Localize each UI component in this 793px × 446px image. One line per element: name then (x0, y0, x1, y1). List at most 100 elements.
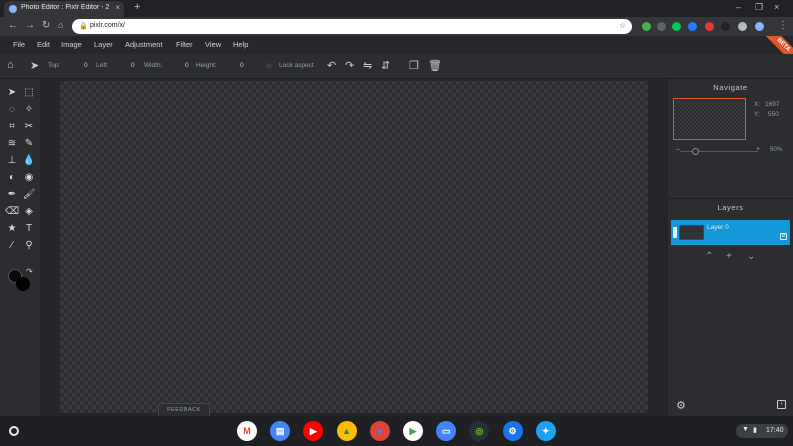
magic-wand-icon[interactable]: ✧ (22, 103, 36, 117)
browser-tab[interactable]: Photo Editor : Pixlr Editor - 2020 × (4, 1, 124, 17)
left-input[interactable]: 0 (131, 62, 135, 69)
menu-layer[interactable]: Layer (94, 40, 113, 49)
new-tab-button[interactable]: + (134, 1, 140, 13)
trash-icon[interactable]: 🗑 (428, 59, 442, 72)
menu-filter[interactable]: Filter (176, 40, 193, 49)
extension-icon[interactable] (721, 22, 730, 31)
menu-file[interactable]: File (13, 40, 25, 49)
clone-stamp-icon[interactable]: ⊥ (5, 154, 19, 168)
layer-settings-icon[interactable]: ⚙ (780, 233, 787, 240)
shelf-app-files-icon[interactable]: ▭ (436, 421, 457, 441)
shelf-app-gmail-icon[interactable]: M (237, 421, 257, 441)
navigate-title: Navigate (713, 83, 748, 92)
eyedropper-icon[interactable]: ⁄ (5, 239, 19, 253)
extension-icon[interactable] (642, 22, 651, 31)
rotate-left-icon[interactable]: ↶ (327, 59, 336, 72)
layer-name: Layer 0 (707, 224, 729, 231)
home-icon[interactable]: ⌂ (58, 20, 63, 30)
fill-bucket-icon[interactable]: ◈ (22, 205, 36, 219)
browser-tab-strip: Photo Editor : Pixlr Editor - 2020 × + –… (0, 0, 793, 17)
forward-icon[interactable]: → (25, 20, 35, 31)
menu-edit[interactable]: Edit (37, 40, 50, 49)
move-layer-up-icon[interactable]: ⌃ (705, 251, 713, 262)
extension-icon[interactable] (705, 22, 714, 31)
restore-icon[interactable]: ❐ (755, 2, 763, 13)
extension-icon[interactable] (672, 22, 681, 31)
pen-icon[interactable]: ✒ (5, 188, 19, 202)
clock-time: 17:40 (766, 427, 784, 434)
minimize-icon[interactable]: – (736, 2, 741, 12)
heal-icon[interactable]: ✎ (22, 137, 36, 151)
tool-options-bar: ⌂ ➤ Top: 0 Left: 0 Width: 0 Height: 0 Lo… (0, 54, 793, 79)
duplicate-icon[interactable]: ❐ (409, 59, 419, 72)
menu-image[interactable]: Image (61, 40, 82, 49)
tab-close-icon[interactable]: × (115, 3, 120, 12)
text-tool-icon[interactable]: T (22, 222, 36, 236)
shelf-app-twitter-icon[interactable]: ✦ (535, 421, 556, 441)
menu-help[interactable]: Help (233, 40, 248, 49)
height-input[interactable]: 0 (240, 62, 244, 69)
shelf-app-chrome-icon[interactable]: ● (369, 421, 390, 441)
menu-bar: File Edit Image Layer Adjustment Filter … (0, 36, 793, 54)
extension-icon[interactable] (688, 22, 697, 31)
url-text[interactable]: pixlr.com/x/ (90, 22, 125, 29)
blur-drop-icon[interactable]: 💧 (22, 154, 36, 168)
lasso-icon[interactable]: ◌ (5, 103, 19, 117)
eraser-icon[interactable]: ⌫ (5, 205, 19, 219)
dodge-burn-icon[interactable]: ◐ (5, 171, 19, 185)
shape-star-icon[interactable]: ★ (5, 222, 19, 236)
browser-menu-icon[interactable]: ⋮ (778, 20, 788, 31)
add-layer-icon[interactable]: + (726, 251, 732, 262)
marquee-select-icon[interactable]: ⬚ (22, 86, 36, 100)
flip-horizontal-icon[interactable]: ⇋ (363, 59, 372, 72)
flip-vertical-icon[interactable]: ⇵ (381, 59, 390, 72)
menu-view[interactable]: View (205, 40, 221, 49)
window-close-icon[interactable]: × (774, 2, 779, 12)
settings-gear-icon[interactable]: ⚙ (676, 399, 686, 412)
collapse-panel-icon[interactable]: › (777, 400, 786, 409)
shelf-app-play-store-icon[interactable]: ▶ (403, 421, 423, 441)
layer-visibility-toggle[interactable] (673, 227, 677, 238)
shelf-app-settings-icon[interactable]: ⚙ (502, 421, 523, 441)
arrange-tool-icon[interactable]: ➤ (30, 59, 39, 72)
profile-avatar[interactable] (755, 22, 764, 31)
sponge-icon[interactable]: ◉ (22, 171, 36, 185)
shelf-app-youtube-icon[interactable]: ▶ (303, 421, 324, 441)
back-icon[interactable]: ← (8, 20, 18, 31)
lock-aspect-label: Lock aspect (279, 62, 314, 69)
zoom-in-icon[interactable]: + (756, 146, 760, 153)
zoom-tool-icon[interactable]: ⚲ (22, 239, 36, 253)
zoom-slider-handle[interactable] (691, 148, 699, 155)
move-layer-down-icon[interactable]: ⌄ (747, 251, 755, 262)
width-input[interactable]: 0 (185, 62, 189, 69)
wifi-icon: ▼ (742, 426, 749, 433)
transparent-canvas[interactable] (60, 81, 648, 413)
navigator-thumbnail[interactable] (673, 98, 746, 140)
liquify-icon[interactable]: ≋ (5, 137, 19, 151)
shelf-app-docs-icon[interactable]: ▤ (270, 421, 291, 441)
extension-icon[interactable] (657, 22, 666, 31)
shelf-app-drive-icon[interactable]: ▲ (336, 421, 357, 441)
launcher-icon[interactable] (9, 426, 19, 436)
menu-adjustment[interactable]: Adjustment (125, 40, 163, 49)
feedback-button[interactable]: FEEDBACK (158, 403, 210, 416)
reload-icon[interactable]: ↻ (42, 20, 50, 31)
x-value: 1697 (765, 101, 780, 108)
lock-aspect-toggle[interactable] (266, 63, 272, 69)
rotate-right-icon[interactable]: ↷ (345, 59, 354, 72)
extension-icon[interactable] (738, 22, 747, 31)
brush-icon[interactable]: 🖌 (22, 188, 36, 202)
address-bar[interactable]: 🔒 pixlr.com/x/ ☆ (72, 19, 632, 34)
lock-icon: 🔒 (79, 23, 88, 30)
cut-icon[interactable]: ✂ (22, 120, 36, 134)
swap-colors-icon[interactable]: ↷ (26, 267, 33, 276)
status-tray[interactable]: ▼ ▮ 17:40 (736, 424, 788, 438)
bookmark-star-icon[interactable]: ☆ (619, 21, 626, 30)
layer-row[interactable]: Layer 0 ⚙ (671, 220, 790, 245)
shelf-app-spotify-ring-icon[interactable]: ◎ (469, 421, 490, 441)
crop-icon[interactable]: ⌗ (5, 120, 19, 134)
home-icon[interactable]: ⌂ (7, 59, 14, 71)
arrange-tool-icon[interactable]: ➤ (5, 86, 19, 100)
background-color-swatch[interactable] (16, 277, 30, 291)
top-input[interactable]: 0 (84, 62, 88, 69)
